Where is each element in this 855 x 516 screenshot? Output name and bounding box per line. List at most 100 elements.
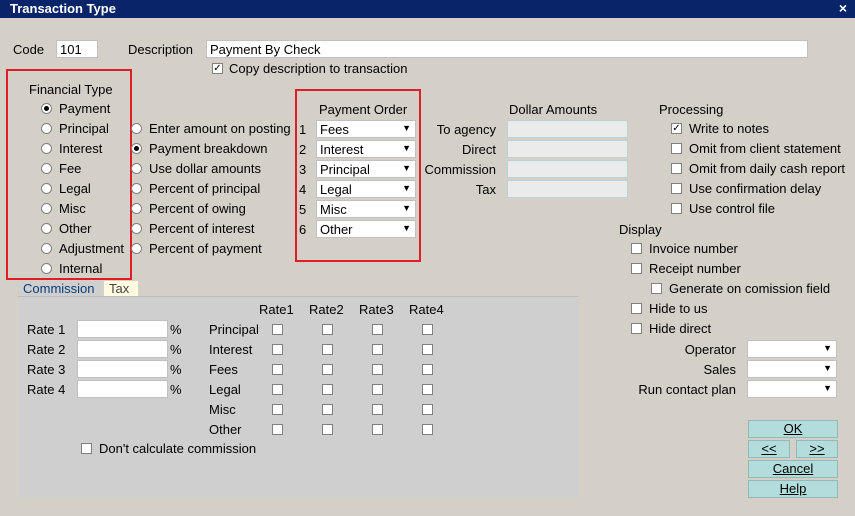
radio-misc[interactable] [41, 203, 52, 214]
rate-grid-checkbox[interactable] [322, 384, 333, 395]
previous-button[interactable]: << [748, 440, 790, 458]
rate-4-input[interactable] [77, 380, 168, 398]
ok-button[interactable]: OK [748, 420, 838, 438]
amount-mode-label: Percent of principal [149, 181, 261, 196]
radio-payment-breakdown[interactable] [131, 143, 142, 154]
rate-grid-checkbox[interactable] [322, 404, 333, 415]
radio-percent-of-owing[interactable] [131, 203, 142, 214]
rate-grid-checkbox[interactable] [272, 404, 283, 415]
copy-description-checkbox[interactable]: ✓ [212, 63, 223, 74]
financial-type-label: Fee [59, 161, 82, 176]
radio-use-dollar-amounts[interactable] [131, 163, 142, 174]
write-to-notes-checkbox[interactable]: ✓ [671, 123, 682, 134]
rate-column-header: Rate1 [259, 302, 294, 317]
percent-label: % [170, 342, 182, 357]
tax-amount-label: Tax [475, 182, 496, 197]
rate-label: Rate 2 [27, 342, 66, 357]
omit-client-statement-label: Omit from client statement [689, 141, 841, 156]
hide-to-us-checkbox[interactable] [631, 303, 642, 314]
rate-column-header: Rate2 [309, 302, 344, 317]
tab-tax[interactable]: Tax [104, 281, 138, 297]
select-value: Fees [320, 122, 349, 137]
close-icon[interactable]: × [839, 0, 847, 16]
rate-grid-checkbox[interactable] [372, 324, 383, 335]
radio-payment[interactable] [41, 103, 52, 114]
generate-on-commission-checkbox[interactable] [651, 283, 662, 294]
radio-interest[interactable] [41, 143, 52, 154]
rate-grid-checkbox[interactable] [272, 384, 283, 395]
run-contact-plan-select[interactable]: ▼ [747, 380, 837, 398]
next-button[interactable]: >> [796, 440, 838, 458]
description-input[interactable]: Payment By Check [206, 40, 808, 58]
rate-grid-checkbox[interactable] [372, 384, 383, 395]
payment-order-select-4[interactable]: Legal ▼ [316, 180, 416, 198]
radio-percent-of-principal[interactable] [131, 183, 142, 194]
rate-grid-checkbox[interactable] [372, 424, 383, 435]
rate-grid-checkbox[interactable] [422, 324, 433, 335]
radio-percent-of-interest[interactable] [131, 223, 142, 234]
financial-type-label: Legal [59, 181, 91, 196]
direct-field [507, 140, 628, 158]
rate-grid-checkbox[interactable] [322, 364, 333, 375]
rate-grid-checkbox[interactable] [372, 404, 383, 415]
select-value: Misc [320, 202, 347, 217]
use-control-file-checkbox[interactable] [671, 203, 682, 214]
rate-1-input[interactable] [77, 320, 168, 338]
rate-3-input[interactable] [77, 360, 168, 378]
run-contact-plan-label: Run contact plan [638, 382, 736, 397]
rate-grid-checkbox[interactable] [322, 324, 333, 335]
rate-grid-checkbox[interactable] [422, 344, 433, 355]
rate-grid-checkbox[interactable] [372, 364, 383, 375]
rate-label: Rate 3 [27, 362, 66, 377]
rate-label: Rate 4 [27, 382, 66, 397]
tab-commission[interactable]: Commission [18, 281, 102, 297]
radio-fee[interactable] [41, 163, 52, 174]
code-input[interactable]: 101 [56, 40, 98, 58]
radio-enter-amount-on-posting[interactable] [131, 123, 142, 134]
receipt-number-checkbox[interactable] [631, 263, 642, 274]
dont-calculate-commission-checkbox[interactable] [81, 443, 92, 454]
rate-grid-checkbox[interactable] [272, 344, 283, 355]
rate-2-input[interactable] [77, 340, 168, 358]
rate-grid-checkbox[interactable] [272, 324, 283, 335]
radio-percent-of-payment[interactable] [131, 243, 142, 254]
omit-daily-cash-report-label: Omit from daily cash report [689, 161, 846, 176]
rate-grid-checkbox[interactable] [372, 344, 383, 355]
rate-grid-checkbox[interactable] [272, 364, 283, 375]
help-button[interactable]: Help [748, 480, 838, 498]
payment-order-select-1[interactable]: Fees ▼ [316, 120, 416, 138]
rate-grid-checkbox[interactable] [272, 424, 283, 435]
rate-grid-checkbox[interactable] [422, 364, 433, 375]
radio-legal[interactable] [41, 183, 52, 194]
checkmark-icon: ✓ [672, 123, 681, 134]
invoice-number-checkbox[interactable] [631, 243, 642, 254]
radio-principal[interactable] [41, 123, 52, 134]
payment-order-select-3[interactable]: Principal ▼ [316, 160, 416, 178]
chevron-down-icon: ▼ [402, 123, 411, 133]
cancel-button[interactable]: Cancel [748, 460, 838, 478]
operator-select[interactable]: ▼ [747, 340, 837, 358]
rate-grid-checkbox[interactable] [422, 424, 433, 435]
payment-order-select-6[interactable]: Other ▼ [316, 220, 416, 238]
financial-type-label: Internal [59, 261, 103, 276]
use-confirmation-delay-checkbox[interactable] [671, 183, 682, 194]
title-bar: Transaction Type × [0, 0, 855, 18]
sales-select[interactable]: ▼ [747, 360, 837, 378]
hide-direct-checkbox[interactable] [631, 323, 642, 334]
radio-adjustment[interactable] [41, 243, 52, 254]
rate-grid-checkbox[interactable] [322, 344, 333, 355]
radio-other[interactable] [41, 223, 52, 234]
window-title: Transaction Type [10, 1, 116, 16]
omit-daily-cash-report-checkbox[interactable] [671, 163, 682, 174]
rate-grid-checkbox[interactable] [422, 384, 433, 395]
payment-order-number: 4 [299, 182, 307, 197]
rate-grid-checkbox[interactable] [322, 424, 333, 435]
to-agency-label: To agency [436, 122, 496, 137]
payment-order-select-5[interactable]: Misc ▼ [316, 200, 416, 218]
rate-column-header: Rate3 [359, 302, 394, 317]
omit-client-statement-checkbox[interactable] [671, 143, 682, 154]
radio-internal[interactable] [41, 263, 52, 274]
rate-grid-checkbox[interactable] [422, 404, 433, 415]
code-label: Code [13, 42, 45, 57]
payment-order-select-2[interactable]: Interest ▼ [316, 140, 416, 158]
